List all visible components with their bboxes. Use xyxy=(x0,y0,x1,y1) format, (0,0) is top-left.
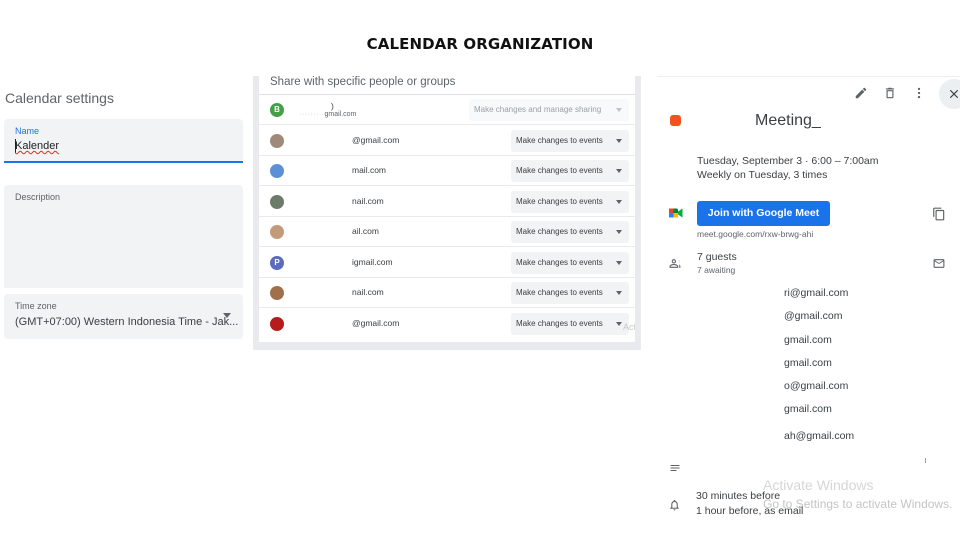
description-icon xyxy=(670,465,680,471)
owner-email-line1: ) xyxy=(331,101,334,111)
dropdown-arrow-icon xyxy=(616,261,622,265)
permission-select[interactable]: Make changes to events xyxy=(511,221,629,243)
avatar xyxy=(270,195,284,209)
permission-select[interactable]: Make changes to events xyxy=(511,160,629,182)
share-email: nail.com xyxy=(352,287,384,297)
owner-email-line2: ·········gmail.com xyxy=(299,111,356,118)
description-label: Description xyxy=(15,192,61,202)
share-row: ail.com Make changes to events xyxy=(259,217,635,247)
guests-count: 7 guests xyxy=(697,251,737,263)
permission-select[interactable]: Make changes to events xyxy=(511,313,629,335)
permission-select[interactable]: Make changes to events xyxy=(511,191,629,213)
owner-permission-label: Make changes and manage sharing xyxy=(474,105,602,114)
bell-icon xyxy=(670,499,679,511)
calendar-name-value[interactable]: Kalender xyxy=(15,140,59,152)
notification-1: 30 minutes before xyxy=(696,490,781,502)
calendar-name-field[interactable]: Name Kalender xyxy=(4,119,243,163)
event-detail-panel: Meeting_ Tuesday, September 3 · 6:00 – 7… xyxy=(657,76,960,540)
avatar xyxy=(270,225,284,239)
email-guests-icon[interactable] xyxy=(932,257,946,270)
share-email: igmail.com xyxy=(352,257,393,267)
share-email: @gmail.com xyxy=(352,318,400,328)
permission-label: Make changes to events xyxy=(516,197,603,206)
avatar: B xyxy=(270,103,284,117)
timezone-value[interactable]: (GMT+07:00) Western Indonesia Time - Jak… xyxy=(15,316,238,328)
sharing-list: Share with specific people or groups B )… xyxy=(259,76,635,342)
event-color-swatch xyxy=(670,115,681,126)
guest-email: ah@gmail.com xyxy=(784,430,855,442)
avatar xyxy=(270,134,284,148)
close-button[interactable] xyxy=(939,79,960,109)
share-email: mail.com xyxy=(352,165,387,175)
dropdown-arrow-icon xyxy=(616,169,622,173)
avatar xyxy=(270,164,284,178)
permission-select[interactable]: Make changes to events xyxy=(511,252,629,274)
notification-2: 1 hour before, as email xyxy=(696,505,804,517)
google-meet-icon xyxy=(669,208,683,218)
permission-select[interactable]: Make changes to events xyxy=(511,130,629,152)
edit-icon[interactable] xyxy=(854,86,868,100)
calendar-settings-heading: Calendar settings xyxy=(5,90,114,106)
share-row-owner: B ) ·········gmail.com Make changes and … xyxy=(259,95,635,125)
dropdown-arrow-icon xyxy=(616,108,622,112)
timezone-select[interactable]: Time zone (GMT+07:00) Western Indonesia … xyxy=(4,294,243,339)
divider xyxy=(657,76,960,77)
divider xyxy=(925,458,926,463)
owner-email-domain: gmail.com xyxy=(324,111,357,118)
dropdown-arrow-icon xyxy=(616,139,622,143)
share-row: P igmail.com Make changes to events xyxy=(259,248,635,278)
redaction-dots: ········· xyxy=(299,111,325,118)
permission-label: Make changes to events xyxy=(516,166,603,175)
dropdown-arrow-icon[interactable] xyxy=(223,313,231,318)
more-options-icon[interactable] xyxy=(912,86,926,100)
share-row: mail.com Make changes to events xyxy=(259,156,635,186)
guests-awaiting: 7 awaiting xyxy=(697,265,736,275)
meet-link[interactable]: meet.google.com/rxw-brwg-ahi xyxy=(697,229,813,239)
share-row: nail.com Make changes to events xyxy=(259,278,635,308)
dropdown-arrow-icon xyxy=(616,200,622,204)
avatar xyxy=(270,286,284,300)
guest-email: ri@gmail.com xyxy=(784,287,849,299)
permission-select[interactable]: Make changes to events xyxy=(511,282,629,304)
guest-email: gmail.com xyxy=(784,334,832,346)
delete-icon[interactable] xyxy=(883,86,897,100)
permission-label: Make changes to events xyxy=(516,288,603,297)
share-email: nail.com xyxy=(352,196,384,206)
share-row: @gmail.com Make changes to events xyxy=(259,309,635,339)
copy-icon[interactable] xyxy=(932,207,946,221)
join-google-meet-button[interactable]: Join with Google Meet xyxy=(697,201,830,226)
permission-label: Make changes to events xyxy=(516,258,603,267)
name-label: Name xyxy=(15,126,40,136)
event-title: Meeting_ xyxy=(755,112,821,129)
avatar xyxy=(270,317,284,331)
share-email: ail.com xyxy=(352,226,379,236)
permission-label: Make changes to events xyxy=(516,136,603,145)
share-email: ⁠@gmail.com xyxy=(352,135,400,145)
share-row: ⁠@gmail.com Make changes to events xyxy=(259,126,635,156)
avatar: P xyxy=(270,256,284,270)
guests-icon xyxy=(669,259,681,268)
calendar-description-field[interactable]: Description xyxy=(4,185,243,288)
dropdown-arrow-icon xyxy=(616,230,622,234)
guest-email: gmail.com xyxy=(784,357,832,369)
calendar-settings-panel: Calendar settings Name Kalender Descript… xyxy=(0,80,248,350)
timezone-label: Time zone xyxy=(15,301,57,311)
guest-email: gmail.com xyxy=(784,403,832,415)
sharing-heading: Share with specific people or groups xyxy=(270,76,456,88)
event-recurrence: Weekly on Tuesday, 3 times xyxy=(697,169,828,181)
permission-label: Make changes to events xyxy=(516,319,603,328)
guest-email: o@gmail.com xyxy=(784,380,849,392)
watermark-fragment: Acti xyxy=(623,322,635,332)
permission-label: Make changes to events xyxy=(516,227,603,236)
slide-title: CALENDAR ORGANIZATION xyxy=(366,35,594,53)
guest-email: @gmail.com xyxy=(784,310,843,322)
share-row: nail.com Make changes to events xyxy=(259,187,635,217)
close-icon[interactable] xyxy=(947,87,960,101)
event-date: Tuesday, September 3 · 6:00 – 7:00am xyxy=(697,155,879,167)
dropdown-arrow-icon xyxy=(616,291,622,295)
owner-permission-select: Make changes and manage sharing xyxy=(469,99,629,121)
dropdown-arrow-icon xyxy=(616,322,622,326)
sharing-panel: Share with specific people or groups B )… xyxy=(253,76,641,350)
